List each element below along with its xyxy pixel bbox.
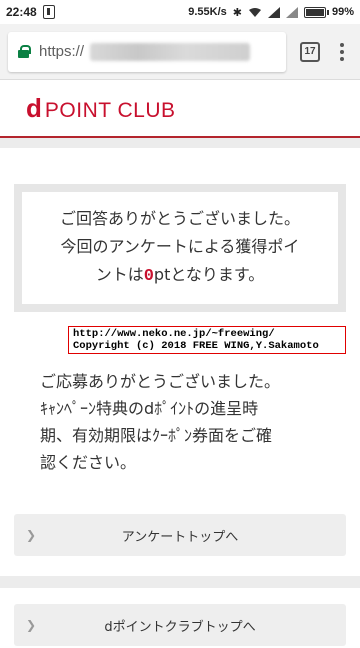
notice-line-3-suffix: ptとなります。 [153, 265, 265, 284]
result-notice-inner: ご回答ありがとうございました。 今回のアンケートによる獲得ポイ ントは0ptとな… [22, 192, 338, 304]
status-bar: 22:48 9.55K/s ✱ 99% [0, 0, 360, 24]
message-line-1: ご応募ありがとうございました。 [40, 372, 281, 391]
club-top-label: dポイントクラブトップへ [104, 619, 256, 635]
result-notice: ご回答ありがとうございました。 今回のアンケートによる獲得ポイ ントは0ptとな… [14, 184, 346, 312]
dpoint-club-logo[interactable]: d POINT CLUB [26, 93, 176, 124]
survey-top-button[interactable]: ❯ アンケートトップへ [14, 514, 346, 556]
url-bar[interactable]: https:// [8, 31, 286, 72]
main-content: ご回答ありがとうございました。 今回のアンケートによる獲得ポイ ントは0ptとな… [0, 148, 360, 576]
wifi-icon [248, 7, 261, 17]
copyright-url: http://www.neko.ne.jp/~freewing/ [73, 328, 275, 340]
lower-section: ❯ dポイントクラブトップへ [0, 588, 360, 648]
logo-d: d [26, 92, 42, 123]
chevron-right-icon: ❯ [26, 618, 37, 632]
battery-icon [303, 6, 329, 18]
browser-toolbar: https:// 17 [0, 24, 360, 80]
url-redacted [90, 42, 251, 61]
campaign-message: ご応募ありがとうございました。 ｷｬﾝﾍﾟｰﾝ特典のdﾎﾟｲﾝﾄの進呈時 期、有… [40, 368, 330, 476]
message-line-3: 期、有効期限はｸｰﾎﾟﾝ券面をご確 [40, 426, 273, 445]
overflow-menu-icon[interactable] [332, 40, 352, 64]
lock-icon [18, 45, 31, 58]
logo-text: POINT CLUB [44, 98, 176, 122]
status-right-group: 9.55K/s ✱ 99% [188, 6, 354, 19]
signal-icon-2 [285, 6, 298, 18]
notice-line-2: 今回のアンケートによる獲得ポイ [60, 237, 300, 256]
chevron-right-icon: ❯ [26, 528, 37, 542]
copyright-text: Copyright (c) 2018 FREE WING,Y.Sakamoto [73, 340, 319, 352]
notice-line-1: ご回答ありがとうございました。 [59, 209, 300, 228]
network-speed: 9.55K/s [188, 6, 227, 18]
notice-line-3-prefix: ントは [95, 265, 144, 284]
earned-points: 0 [143, 267, 154, 286]
bluetooth-icon: ✱ [232, 6, 242, 19]
copyright-overlay: http://www.neko.ne.jp/~freewing/ Copyrig… [68, 326, 346, 354]
battery-percent: 99% [331, 6, 354, 18]
status-time: 22:48 [6, 5, 37, 19]
notice-line-3: ントは0ptとなります。 [96, 261, 265, 291]
tab-switcher-button[interactable]: 17 [300, 41, 320, 62]
signal-icon [267, 6, 280, 18]
usb-debug-icon [42, 5, 55, 19]
message-line-4: 認ください。 [40, 453, 137, 472]
survey-top-label: アンケートトップへ [121, 529, 239, 545]
site-header: d POINT CLUB [0, 80, 360, 138]
message-line-2: ｷｬﾝﾍﾟｰﾝ特典のdﾎﾟｲﾝﾄの進呈時 [40, 399, 259, 418]
url-scheme: https:// [39, 43, 85, 60]
